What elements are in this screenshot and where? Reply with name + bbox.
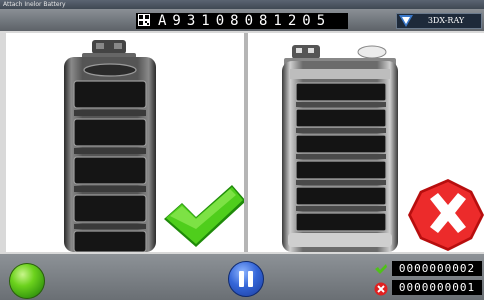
window-title: Attach Inelor Battery	[3, 1, 66, 8]
xray-panel-right	[248, 33, 484, 252]
battery-xray-image	[64, 40, 246, 253]
xray-panel-left	[6, 33, 246, 253]
fail-cross-icon	[408, 179, 484, 251]
window-titlebar: Attach Inelor Battery	[0, 0, 484, 9]
status-light-button[interactable]	[9, 263, 45, 299]
pass-count: 0000000002	[392, 261, 482, 276]
brand-logo: 3DX-RAY	[396, 13, 482, 29]
serial-number: A93108081205	[158, 13, 332, 29]
pause-button[interactable]	[228, 261, 264, 297]
qr-code-icon	[138, 14, 150, 26]
battery-xray-image	[282, 45, 484, 252]
logo-mark-icon	[399, 15, 413, 27]
pass-check-icon	[164, 185, 246, 247]
fail-counter-cross-icon	[374, 282, 388, 296]
fail-count: 0000000001	[392, 280, 482, 295]
pass-counter-check-icon	[375, 264, 387, 274]
brand-logo-text: 3DX-RAY	[427, 16, 465, 25]
pause-icon	[239, 271, 244, 287]
